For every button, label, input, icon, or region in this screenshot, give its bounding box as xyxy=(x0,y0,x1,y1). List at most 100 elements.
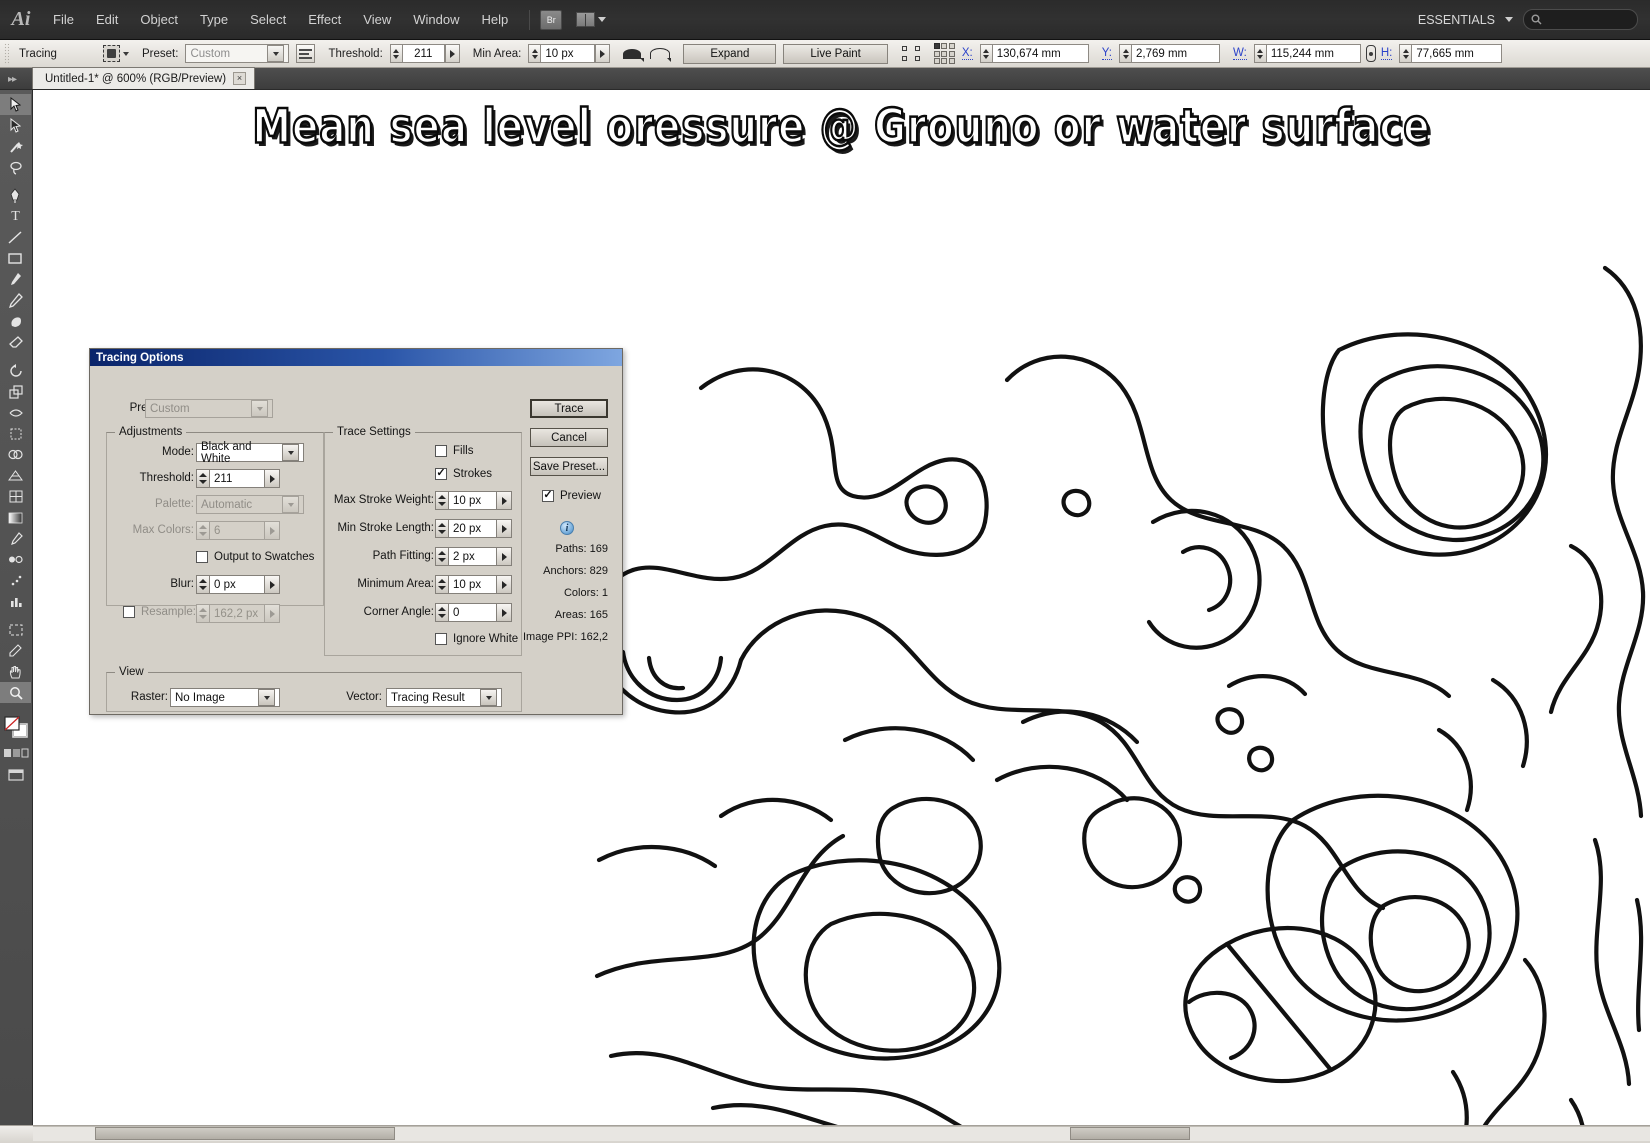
tool-free-transform[interactable] xyxy=(0,423,31,444)
tool-rectangle[interactable] xyxy=(0,248,31,269)
h-spinner-icon[interactable] xyxy=(1399,44,1413,63)
arrange-documents-button[interactable] xyxy=(576,12,607,27)
menu-object[interactable]: Object xyxy=(129,8,189,31)
max-stroke-weight-spinner-icon[interactable] xyxy=(435,491,449,510)
tool-gradient[interactable] xyxy=(0,507,31,528)
save-preset-button[interactable]: Save Preset... xyxy=(530,457,608,476)
expand-button[interactable]: Expand xyxy=(683,43,777,64)
path-fitting-stepper[interactable]: 2 px xyxy=(435,547,512,566)
y-value[interactable]: 2,769 mm xyxy=(1132,44,1220,63)
blur-stepper[interactable]: 0 px xyxy=(196,575,280,594)
isolate-selected-object-icon[interactable] xyxy=(901,45,921,62)
tool-hand[interactable] xyxy=(0,661,31,682)
reference-point-selector[interactable] xyxy=(933,43,955,64)
tool-paintbrush[interactable] xyxy=(0,269,31,290)
tracing-options-dialog[interactable]: Tracing Options Preset: Custom Adjustmen… xyxy=(89,348,623,715)
min-stroke-length-value[interactable]: 20 px xyxy=(449,519,497,538)
tool-blend[interactable] xyxy=(0,549,31,570)
tool-rotate[interactable] xyxy=(0,360,31,381)
menu-edit[interactable]: Edit xyxy=(85,8,129,31)
max-stroke-weight-value[interactable]: 10 px xyxy=(449,491,497,510)
tool-zoom[interactable] xyxy=(0,682,31,703)
horizontal-scrollbar-thumb-secondary[interactable] xyxy=(1070,1127,1190,1140)
dlg-threshold-spinner-icon[interactable] xyxy=(196,469,210,488)
menu-view[interactable]: View xyxy=(352,8,402,31)
dialog-preset-dropdown[interactable]: Custom xyxy=(145,399,273,418)
horizontal-scrollbar-thumb[interactable] xyxy=(95,1127,395,1140)
outlined-blob-icon[interactable] xyxy=(650,46,672,62)
tool-symbol-sprayer[interactable] xyxy=(0,570,31,591)
corner-angle-stepper[interactable]: 0 xyxy=(435,603,512,622)
threshold-slider-button[interactable] xyxy=(444,44,460,63)
tool-screen-mode[interactable] xyxy=(0,764,31,785)
threshold-spinner-icon[interactable] xyxy=(389,44,403,63)
minimum-area-spinner-icon[interactable] xyxy=(435,575,449,594)
tool-shape-builder[interactable] xyxy=(0,444,31,465)
resample-row[interactable]: Resample: xyxy=(123,606,196,618)
workspace-switcher[interactable]: ESSENTIALS xyxy=(1418,13,1495,27)
tool-color-mode-icons[interactable] xyxy=(0,743,31,764)
ignore-white-checkbox[interactable] xyxy=(435,633,447,645)
min-area-spinner-icon[interactable] xyxy=(528,44,542,63)
tool-lasso[interactable] xyxy=(0,157,31,178)
minimum-area-stepper[interactable]: 10 px xyxy=(435,575,512,594)
x-field[interactable]: 130,674 mm xyxy=(979,44,1089,63)
tool-selection[interactable] xyxy=(0,94,31,115)
min-area-stepper[interactable]: 10 px xyxy=(528,44,611,63)
threshold-stepper[interactable]: 211 xyxy=(389,44,460,63)
tool-pencil[interactable] xyxy=(0,290,31,311)
tool-eyedropper[interactable] xyxy=(0,528,31,549)
corner-angle-value[interactable]: 0 xyxy=(449,603,497,622)
tool-blob-brush[interactable] xyxy=(0,311,31,332)
dialog-preset-chevron-down-icon[interactable] xyxy=(251,400,268,417)
raster-chevron-down-icon[interactable] xyxy=(258,689,275,706)
path-fitting-spinner-icon[interactable] xyxy=(435,547,449,566)
preset-dropdown[interactable]: Custom xyxy=(185,44,290,63)
h-field[interactable]: 77,665 mm xyxy=(1399,44,1503,63)
path-fitting-value[interactable]: 2 px xyxy=(449,547,497,566)
document-tab[interactable]: Untitled-1* @ 600% (RGB/Preview) × xyxy=(32,67,256,89)
x-value[interactable]: 130,674 mm xyxy=(992,44,1089,63)
preview-row[interactable]: ✓ Preview xyxy=(542,490,601,502)
dlg-threshold-slider-button[interactable] xyxy=(265,469,280,488)
trace-button[interactable]: Trace xyxy=(530,399,608,418)
tool-magic-wand[interactable] xyxy=(0,136,31,157)
constrain-proportions-icon[interactable] xyxy=(1365,45,1376,62)
menu-file[interactable]: File xyxy=(42,8,85,31)
tool-direct-selection[interactable] xyxy=(0,115,31,136)
min-area-value[interactable]: 10 px xyxy=(541,44,596,63)
min-area-slider-button[interactable] xyxy=(595,44,611,63)
live-paint-button[interactable]: Live Paint xyxy=(783,43,888,64)
menu-type[interactable]: Type xyxy=(189,8,239,31)
preset-chevron-down-icon[interactable] xyxy=(267,45,285,62)
tool-width[interactable] xyxy=(0,402,31,423)
blur-slider-button[interactable] xyxy=(265,575,280,594)
tool-mesh[interactable] xyxy=(0,486,31,507)
strokes-checkbox[interactable]: ✓ xyxy=(435,468,447,480)
tool-column-graph[interactable] xyxy=(0,591,31,612)
tracing-options-panel-button[interactable] xyxy=(296,44,316,63)
go-to-bridge-button[interactable]: Br xyxy=(540,9,563,30)
dialog-title-bar[interactable]: Tracing Options xyxy=(90,349,622,366)
w-value[interactable]: 115,244 mm xyxy=(1266,44,1361,63)
filled-blob-icon[interactable] xyxy=(623,46,645,62)
threshold-value[interactable]: 211 xyxy=(402,44,445,63)
raster-dropdown[interactable]: No Image xyxy=(170,688,280,707)
strokes-row[interactable]: ✓ Strokes xyxy=(435,468,492,480)
tracing-presets-chevron-icon[interactable] xyxy=(123,51,129,56)
min-stroke-length-slider-button[interactable] xyxy=(497,519,512,538)
menu-window[interactable]: Window xyxy=(402,8,470,31)
vector-chevron-down-icon[interactable] xyxy=(480,689,497,706)
tool-slice[interactable] xyxy=(0,640,31,661)
close-icon[interactable]: × xyxy=(233,72,247,85)
menu-effect[interactable]: Effect xyxy=(297,8,352,31)
blur-value[interactable]: 0 px xyxy=(210,575,265,594)
w-spinner-icon[interactable] xyxy=(1253,44,1267,63)
corner-angle-spinner-icon[interactable] xyxy=(435,603,449,622)
menu-select[interactable]: Select xyxy=(239,8,297,31)
cancel-button[interactable]: Cancel xyxy=(530,428,608,447)
tab-scroll-arrows-icon[interactable]: ▸▸ xyxy=(0,74,32,89)
output-to-swatches-row[interactable]: Output to Swatches xyxy=(196,551,314,563)
tool-pen[interactable] xyxy=(0,185,31,206)
y-field[interactable]: 2,769 mm xyxy=(1119,44,1220,63)
